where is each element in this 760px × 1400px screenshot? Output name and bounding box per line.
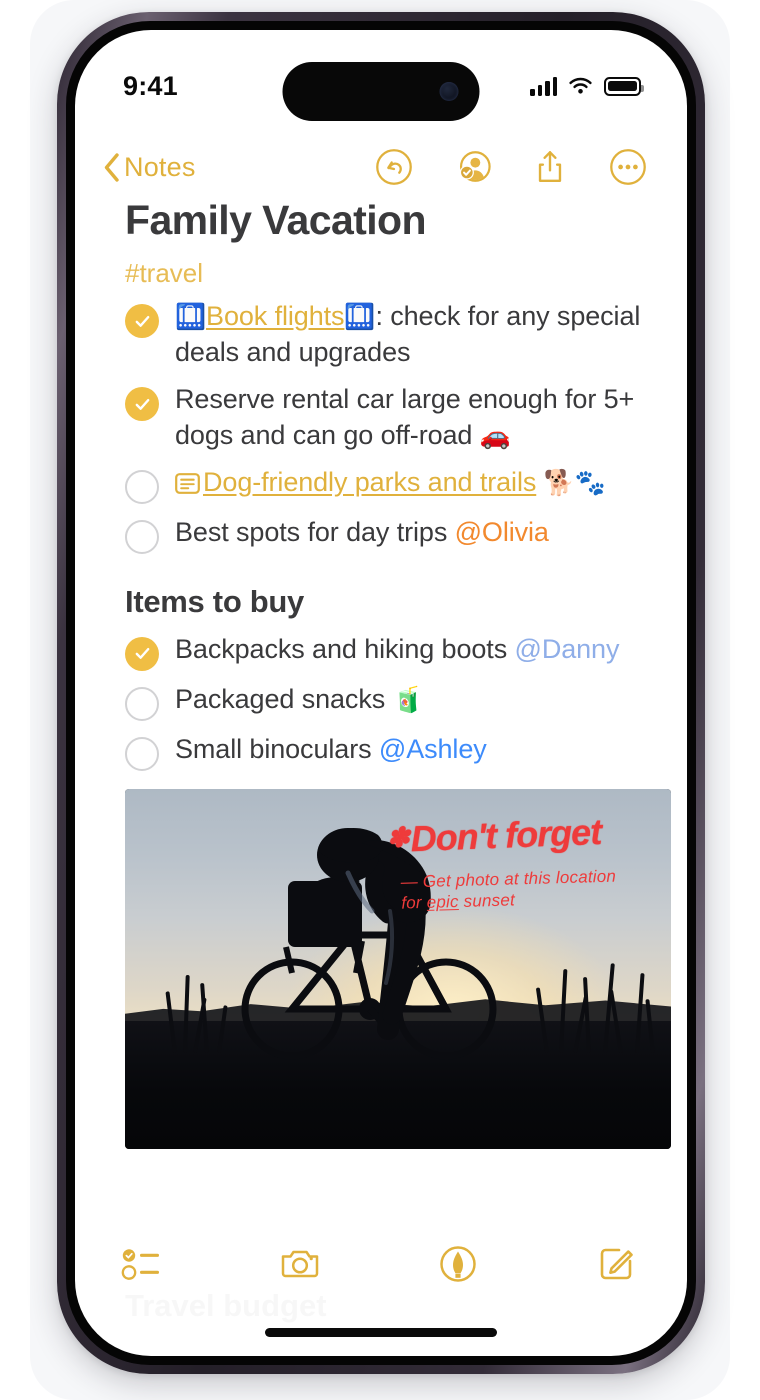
juice-box-emoji: 🧃: [392, 685, 424, 714]
mention-olivia[interactable]: @Olivia: [455, 517, 549, 547]
checkbox-unchecked[interactable]: [125, 736, 159, 771]
home-indicator[interactable]: [265, 1328, 497, 1337]
status-time: 9:41: [123, 70, 178, 101]
checkbox-unchecked[interactable]: [125, 686, 159, 721]
note-document-icon: [175, 473, 200, 494]
battery-full-icon: [604, 76, 644, 96]
checklist-item: Reserve rental car large enough for 5+ d…: [125, 381, 649, 454]
checkbox-checked[interactable]: [125, 387, 159, 422]
checklist-item: Packaged snacks 🧃: [125, 681, 649, 721]
front-camera-icon: [439, 82, 459, 101]
check-icon: [135, 398, 149, 410]
checklist-item-text: Reserve rental car large enough for 5+ d…: [175, 381, 649, 454]
checklist-item-text: Dog-friendly parks and trails 🐕🐾: [175, 464, 606, 501]
checklist-item: Dog-friendly parks and trails 🐕🐾: [125, 464, 649, 504]
dog-friendly-parks-link[interactable]: Dog-friendly parks and trails: [203, 467, 536, 497]
chevron-left-icon: [104, 152, 119, 182]
camera-icon[interactable]: [279, 1243, 321, 1285]
back-label: Notes: [124, 151, 196, 182]
checklist-item-3-body: Best spots for day trips: [175, 516, 455, 547]
faded-below-fold-content: Travel budget Transportation $1200: [125, 1288, 649, 1356]
checkbox-checked[interactable]: [125, 636, 159, 671]
todo-checklist: 🛄Book flights🛄: check for any special de…: [125, 298, 649, 554]
cellular-signal-icon: [530, 76, 557, 96]
share-square-up-arrow-icon[interactable]: [531, 148, 569, 186]
airplane-emoji: 🛄: [175, 303, 207, 332]
status-indicators: [530, 76, 644, 96]
back-to-notes-button[interactable]: Notes: [103, 152, 196, 183]
airplane-emoji-2: 🛄: [344, 303, 376, 332]
checklist-icon[interactable]: [121, 1243, 163, 1285]
checkbox-unchecked[interactable]: [125, 519, 159, 554]
check-icon: [135, 315, 149, 327]
person-check-icon[interactable]: [453, 148, 491, 186]
dynamic-island: [282, 62, 480, 121]
ellipsis-circle-icon[interactable]: [609, 148, 647, 186]
section-heading-items-to-buy: Items to buy: [125, 583, 304, 619]
hashtag-travel[interactable]: #travel: [125, 258, 649, 289]
check-icon: [135, 648, 149, 660]
items-to-buy-list: Backpacks and hiking boots @Danny Packag…: [125, 631, 649, 771]
checklist-item: Best spots for day trips @Olivia: [125, 514, 649, 554]
iphone-device-frame: 9:41 Notes Family Vacation #travel 🛄Book…: [57, 12, 705, 1374]
photo-cyclist-silhouette: [230, 823, 530, 1063]
checklist-item-text: Small binoculars @Ashley: [175, 731, 487, 768]
checklist-item: Small binoculars @Ashley: [125, 731, 649, 771]
checkbox-checked[interactable]: [125, 304, 159, 339]
cyclist-svg: [241, 827, 497, 1060]
phone-screen: 9:41 Notes Family Vacation #travel 🛄Book…: [75, 30, 687, 1356]
mention-ashley[interactable]: @Ashley: [379, 734, 487, 764]
checklist-item-text: Backpacks and hiking boots @Danny: [175, 631, 619, 668]
buy-item-2-body: Small binoculars: [175, 733, 379, 764]
checkbox-unchecked[interactable]: [125, 469, 159, 504]
mention-danny[interactable]: @Danny: [515, 634, 620, 664]
book-flights-link[interactable]: Book flights: [206, 301, 344, 331]
checklist-item-1-body: Reserve rental car large enough for 5+ d…: [175, 384, 635, 450]
buy-item-0-body: Backpacks and hiking boots: [175, 633, 515, 664]
note-content: Family Vacation #travel 🛄Book flights🛄: …: [75, 197, 687, 1356]
wifi-icon: [569, 77, 592, 94]
compose-square-pencil-icon[interactable]: [595, 1243, 637, 1285]
buy-item-1-body: Packaged snacks: [175, 683, 393, 714]
nav-bar: Notes: [75, 134, 687, 200]
note-title: Family Vacation: [125, 197, 427, 243]
checklist-item-text: 🛄Book flights🛄: check for any special de…: [175, 298, 649, 371]
checklist-item-text: Packaged snacks 🧃: [175, 681, 424, 718]
cyclist-sunset-photo[interactable]: ✽Don't forget — Get photo at this locati…: [125, 788, 671, 1149]
nav-actions: [375, 148, 647, 186]
bottom-toolbar: [75, 1232, 687, 1296]
car-emoji: 🚗: [479, 422, 511, 450]
device-bezel: 9:41 Notes Family Vacation #travel 🛄Book…: [66, 21, 696, 1365]
dog-paws-emoji: 🐕🐾: [543, 468, 606, 497]
undo-circle-icon[interactable]: [375, 148, 413, 186]
checklist-item: Backpacks and hiking boots @Danny: [125, 631, 649, 671]
markup-pen-circle-icon[interactable]: [437, 1243, 479, 1285]
checklist-item-text: Best spots for day trips @Olivia: [175, 514, 549, 551]
checklist-item: 🛄Book flights🛄: check for any special de…: [125, 298, 649, 371]
